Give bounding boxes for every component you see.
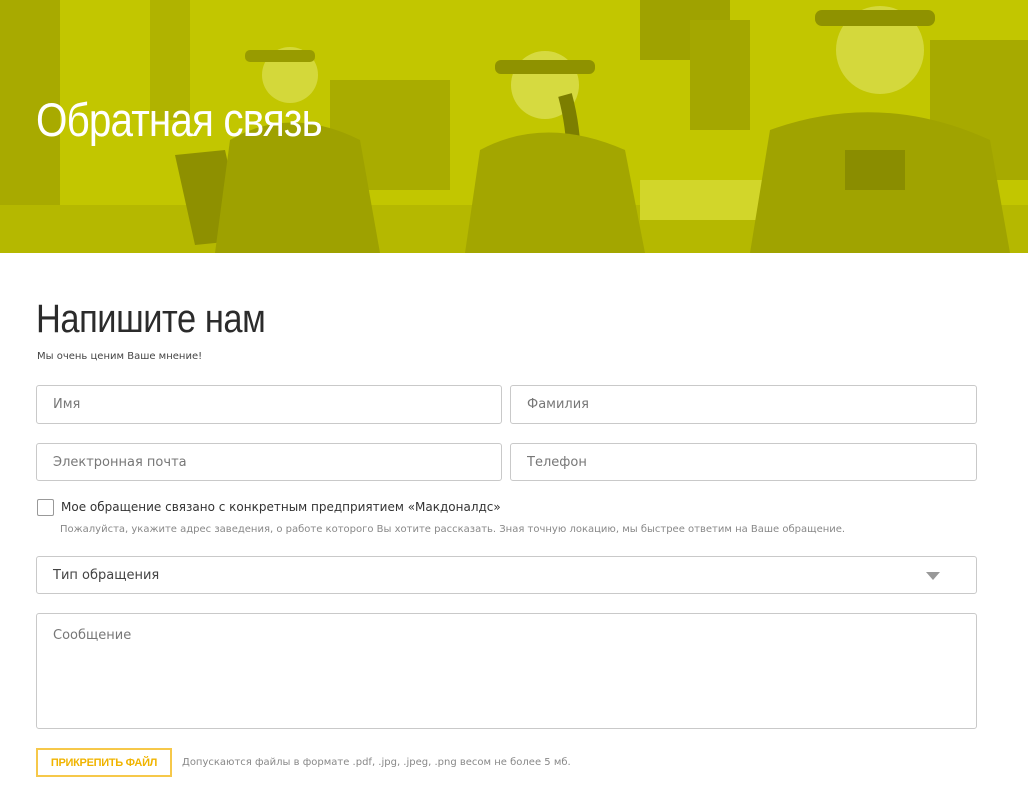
hero-banner: Обратная связь — [0, 0, 1028, 253]
page-title: Обратная связь — [36, 93, 323, 146]
restaurant-hint: Пожалуйста, укажите адрес заведения, о р… — [60, 524, 846, 535]
attach-hint: Допускаются файлы в формате .pdf, .jpg, … — [182, 757, 571, 768]
first-name-input[interactable] — [36, 385, 502, 424]
message-textarea[interactable] — [36, 613, 977, 729]
form-title: Напишите нам — [36, 297, 266, 341]
chevron-down-icon — [926, 572, 940, 580]
request-type-select[interactable]: Тип обращения — [36, 556, 977, 594]
request-type-value: Тип обращения — [53, 568, 160, 583]
restaurant-checkbox[interactable] — [37, 499, 54, 516]
last-name-input[interactable] — [510, 385, 977, 424]
form-subtitle: Мы очень ценим Ваше мнение! — [37, 351, 203, 362]
restaurant-checkbox-label[interactable]: Мое обращение связано с конкретным предп… — [61, 500, 501, 514]
attach-file-button[interactable]: ПРИКРЕПИТЬ ФАЙЛ — [36, 748, 172, 777]
email-input[interactable] — [36, 443, 502, 481]
phone-input[interactable] — [510, 443, 977, 481]
